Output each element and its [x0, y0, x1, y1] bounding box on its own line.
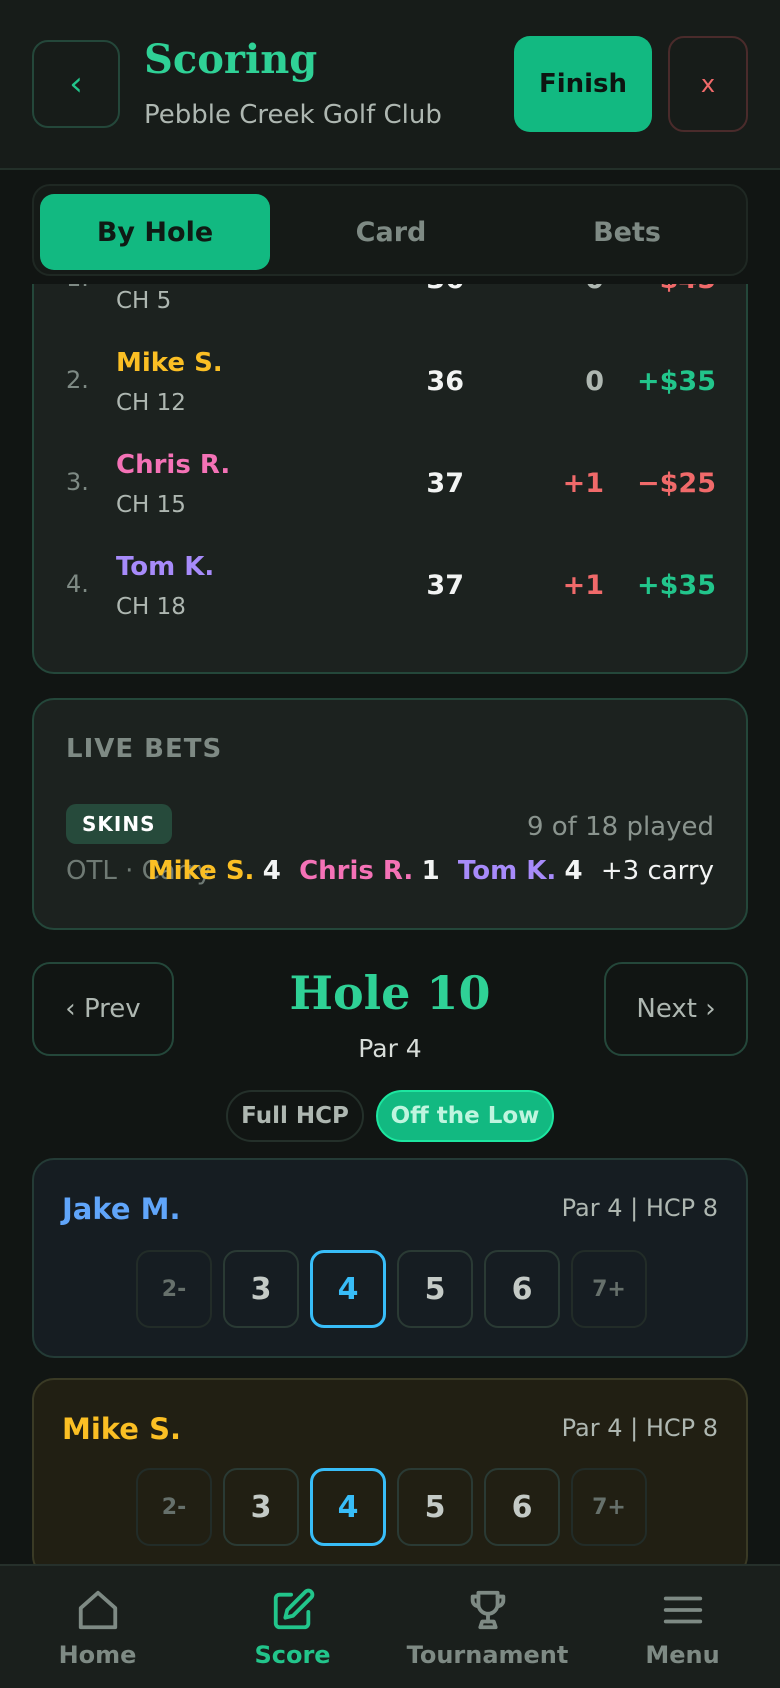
player-name: Mike S. — [62, 1412, 181, 1446]
home-icon — [78, 1590, 117, 1630]
score-option[interactable]: 3 — [223, 1468, 299, 1546]
to-par: +1 — [562, 468, 604, 499]
score-option[interactable]: 6 — [484, 1250, 560, 1328]
next-hole-button[interactable]: Next › — [604, 962, 748, 1056]
player-hole-info: Par 4 | HCP 8 — [561, 1414, 718, 1442]
rank: 1. — [66, 284, 89, 292]
close-button[interactable]: x — [668, 36, 748, 132]
hole-par: Par 4 — [358, 1034, 422, 1063]
nav-menu-label: Menu — [645, 1641, 720, 1669]
gross-score: 37 — [426, 468, 464, 499]
score-option[interactable]: 2- — [136, 1468, 212, 1546]
menu-icon — [663, 1596, 702, 1624]
prev-hole-button[interactable]: ‹ Prev — [32, 962, 174, 1056]
player-name: Chris R. — [116, 450, 231, 480]
off-the-low-toggle[interactable]: Off the Low — [376, 1090, 554, 1142]
score-option[interactable]: 3 — [223, 1250, 299, 1328]
nav-tournament-label: Tournament — [406, 1641, 569, 1669]
score-option[interactable]: 7+ — [571, 1250, 647, 1328]
full-hcp-toggle[interactable]: Full HCP — [226, 1090, 364, 1142]
skins-player-name: Chris R. — [299, 856, 414, 886]
header: ‹ Scoring Pebble Creek Golf Club Finish … — [0, 0, 780, 170]
trophy-icon — [470, 1590, 505, 1630]
course-handicap: CH 15 — [116, 492, 186, 518]
tab-by-hole[interactable]: By Hole — [40, 194, 270, 270]
edit-icon — [273, 1588, 314, 1630]
score-option[interactable]: 5 — [397, 1250, 473, 1328]
player-name: Mike S. — [116, 348, 223, 378]
player-score-card: Mike S. Par 4 | HCP 8 2- 3 4 5 6 7+ — [32, 1378, 748, 1564]
view-tabs: By Hole Card Bets — [32, 184, 748, 276]
to-par: 0 — [514, 284, 604, 295]
course-name: Pebble Creek Golf Club — [144, 100, 442, 130]
course-handicap: CH 5 — [116, 288, 172, 314]
live-bets-card[interactable]: LIVE BETS SKINS 9 of 18 played OTL · Car… — [32, 698, 748, 930]
score-option-selected[interactable]: 4 — [310, 1250, 386, 1328]
gross-score: 36 — [426, 366, 464, 397]
player-name: Jake M. — [62, 1192, 181, 1226]
money: +$35 — [637, 366, 716, 397]
score-picker: 2- 3 4 5 6 7+ — [136, 1250, 648, 1328]
gross-score: 37 — [426, 570, 464, 601]
holes-played: 9 of 18 played — [526, 812, 714, 842]
money: +$35 — [637, 570, 716, 601]
chevron-left-icon: ‹ — [69, 64, 83, 104]
finish-button[interactable]: Finish — [514, 36, 652, 132]
hole-title: Hole 10 — [289, 966, 491, 1020]
rank: 2. — [66, 366, 89, 394]
bottom-nav: Home Score Tournament Menu — [0, 1564, 780, 1688]
back-button[interactable]: ‹ — [32, 40, 120, 128]
rank: 3. — [66, 468, 89, 496]
nav-home-label: Home — [58, 1641, 137, 1669]
score-option[interactable]: 2- — [136, 1250, 212, 1328]
skins-player-name: Mike S. — [147, 856, 255, 886]
skins-player-name: Tom K. — [457, 856, 557, 886]
skins-badge: SKINS — [66, 804, 172, 844]
score-option[interactable]: 6 — [484, 1468, 560, 1546]
live-bets-title: LIVE BETS — [66, 734, 223, 764]
course-handicap: CH 12 — [116, 390, 186, 416]
score-option[interactable]: 5 — [397, 1468, 473, 1546]
score-option[interactable]: 7+ — [571, 1468, 647, 1546]
tab-card[interactable]: Card — [276, 194, 506, 270]
player-score-card: Jake M. Par 4 | HCP 8 2- 3 4 5 6 7+ — [32, 1158, 748, 1358]
rank: 4. — [66, 570, 89, 598]
leaderboard-card: 1. CH 5 36 0 −$45 2. Mike S. CH 12 36 0 … — [32, 284, 748, 674]
skins-summary: Mike S. 4 Chris R. 1 Tom K. 4 +3 carry — [148, 856, 714, 886]
leaderboard-row[interactable]: 1. CH 5 36 0 −$45 — [34, 284, 750, 336]
carry-count: +3 carry — [600, 856, 714, 886]
gross-score: 36 — [374, 284, 464, 295]
nav-tournament[interactable]: Tournament — [390, 1566, 585, 1688]
to-par: 0 — [585, 366, 604, 397]
nav-menu[interactable]: Menu — [585, 1566, 780, 1688]
leaderboard-row[interactable]: 3. Chris R. CH 15 37 +1 −$25 — [34, 440, 750, 540]
scroll-content[interactable]: 1. CH 5 36 0 −$45 2. Mike S. CH 12 36 0 … — [0, 284, 780, 1564]
course-handicap: CH 18 — [116, 594, 186, 620]
player-hole-info: Par 4 | HCP 8 — [561, 1194, 718, 1222]
score-option-selected[interactable]: 4 — [310, 1468, 386, 1546]
skins-count: 1 — [421, 856, 440, 886]
nav-score[interactable]: Score — [195, 1566, 390, 1688]
leaderboard-row[interactable]: 2. Mike S. CH 12 36 0 +$35 — [34, 338, 750, 438]
page-title: Scoring — [144, 36, 318, 83]
leaderboard-row[interactable]: 4. Tom K. CH 18 37 +1 +$35 — [34, 542, 750, 642]
skins-count: 4 — [564, 856, 583, 886]
tab-bets[interactable]: Bets — [512, 194, 742, 270]
player-name: Tom K. — [116, 552, 215, 582]
nav-home[interactable]: Home — [0, 1566, 195, 1688]
money: −$45 — [594, 284, 716, 295]
money: −$25 — [637, 468, 716, 499]
score-picker: 2- 3 4 5 6 7+ — [136, 1468, 648, 1546]
nav-score-label: Score — [254, 1641, 331, 1669]
skins-count: 4 — [262, 856, 281, 886]
to-par: +1 — [562, 570, 604, 601]
